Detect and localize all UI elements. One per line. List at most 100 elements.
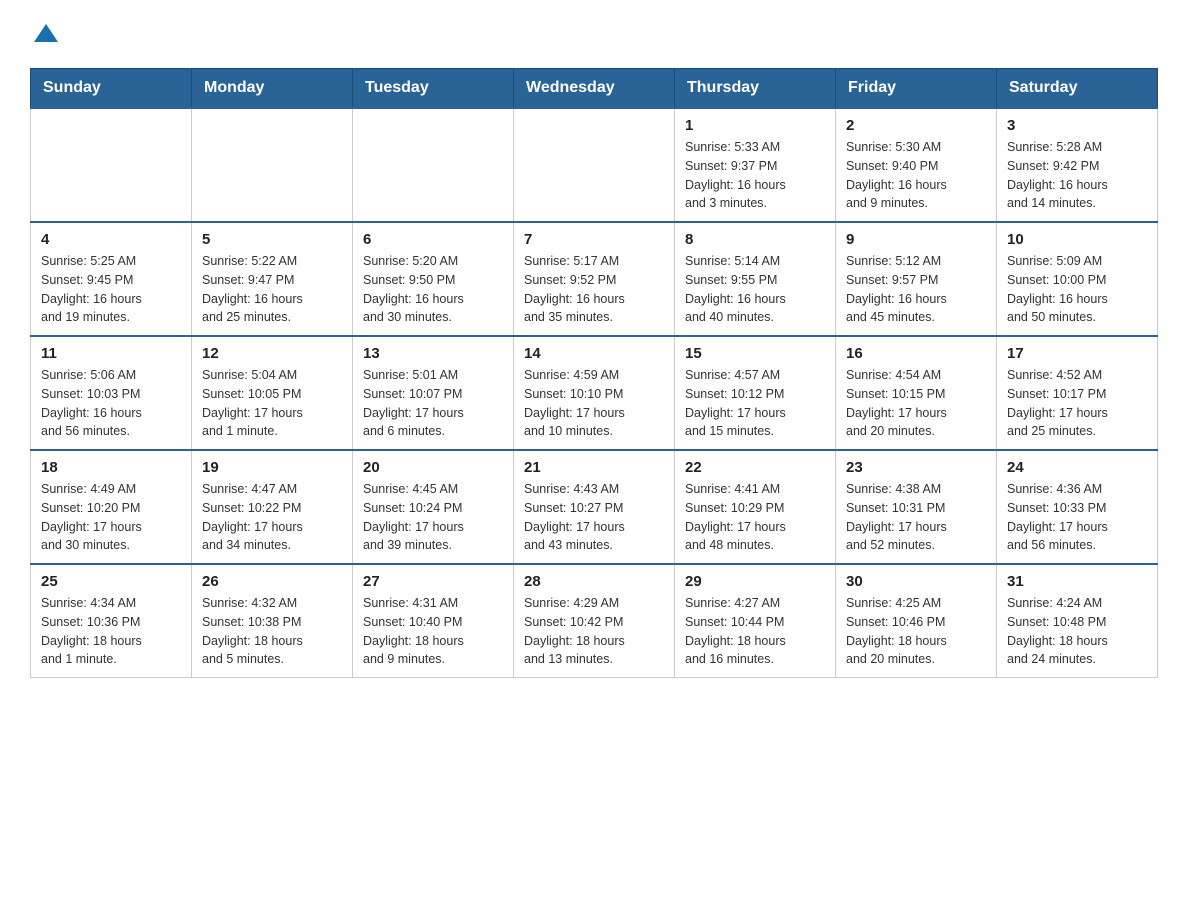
day-info: Sunrise: 5:22 AM Sunset: 9:47 PM Dayligh…: [202, 252, 342, 327]
day-info: Sunrise: 4:38 AM Sunset: 10:31 PM Daylig…: [846, 480, 986, 555]
day-info: Sunrise: 5:12 AM Sunset: 9:57 PM Dayligh…: [846, 252, 986, 327]
day-info: Sunrise: 4:49 AM Sunset: 10:20 PM Daylig…: [41, 480, 181, 555]
day-info: Sunrise: 4:45 AM Sunset: 10:24 PM Daylig…: [363, 480, 503, 555]
calendar-cell: 26 Sunrise: 4:32 AM Sunset: 10:38 PM Dayl…: [192, 564, 353, 678]
calendar-cell: 14 Sunrise: 4:59 AM Sunset: 10:10 PM Dayl…: [514, 336, 675, 450]
calendar-cell: 13Sunrise: 5:01 AM Sunset: 10:07 PM Dayl…: [353, 336, 514, 450]
day-info: Sunrise: 5:04 AM Sunset: 10:05 PM Daylig…: [202, 366, 342, 441]
calendar-header-tuesday: Tuesday: [353, 69, 514, 109]
calendar-header-friday: Friday: [836, 69, 997, 109]
calendar-cell: 5 Sunrise: 5:22 AM Sunset: 9:47 PM Daylig…: [192, 222, 353, 336]
calendar-cell: 29 Sunrise: 4:27 AM Sunset: 10:44 PM Dayl…: [675, 564, 836, 678]
day-number: 11: [41, 345, 181, 362]
day-number: 24: [1007, 459, 1147, 476]
page-header: [30, 20, 1158, 48]
day-info: Sunrise: 4:32 AM Sunset: 10:38 PM Daylig…: [202, 594, 342, 669]
day-number: 6: [363, 231, 503, 248]
calendar-week-row: 11 Sunrise: 5:06 AM Sunset: 10:03 PM Dayl…: [31, 336, 1158, 450]
day-info: Sunrise: 5:30 AM Sunset: 9:40 PM Dayligh…: [846, 138, 986, 213]
day-number: 29: [685, 573, 825, 590]
day-info: Sunrise: 4:54 AM Sunset: 10:15 PM Daylig…: [846, 366, 986, 441]
day-number: 20: [363, 459, 503, 476]
calendar-cell: 30 Sunrise: 4:25 AM Sunset: 10:46 PM Dayl…: [836, 564, 997, 678]
calendar-header-row: SundayMondayTuesdayWednesdayThursdayFrid…: [31, 69, 1158, 109]
calendar-cell: 23Sunrise: 4:38 AM Sunset: 10:31 PM Dayl…: [836, 450, 997, 564]
calendar-cell: 1 Sunrise: 5:33 AM Sunset: 9:37 PM Daylig…: [675, 108, 836, 222]
calendar-cell: 4Sunrise: 5:25 AM Sunset: 9:45 PM Daylig…: [31, 222, 192, 336]
day-number: 31: [1007, 573, 1147, 590]
calendar-cell: 31 Sunrise: 4:24 AM Sunset: 10:48 PM Dayl…: [997, 564, 1158, 678]
calendar-cell: 6 Sunrise: 5:20 AM Sunset: 9:50 PM Daylig…: [353, 222, 514, 336]
calendar-cell: 2 Sunrise: 5:30 AM Sunset: 9:40 PM Daylig…: [836, 108, 997, 222]
calendar-header-wednesday: Wednesday: [514, 69, 675, 109]
day-info: Sunrise: 4:43 AM Sunset: 10:27 PM Daylig…: [524, 480, 664, 555]
day-number: 14: [524, 345, 664, 362]
day-info: Sunrise: 4:29 AM Sunset: 10:42 PM Daylig…: [524, 594, 664, 669]
calendar-cell: [31, 108, 192, 222]
calendar-cell: 22 Sunrise: 4:41 AM Sunset: 10:29 PM Dayl…: [675, 450, 836, 564]
calendar-cell: 15 Sunrise: 4:57 AM Sunset: 10:12 PM Dayl…: [675, 336, 836, 450]
day-number: 27: [363, 573, 503, 590]
day-number: 15: [685, 345, 825, 362]
calendar-cell: 9 Sunrise: 5:12 AM Sunset: 9:57 PM Daylig…: [836, 222, 997, 336]
day-number: 22: [685, 459, 825, 476]
calendar-cell: 27 Sunrise: 4:31 AM Sunset: 10:40 PM Dayl…: [353, 564, 514, 678]
calendar-cell: 16 Sunrise: 4:54 AM Sunset: 10:15 PM Dayl…: [836, 336, 997, 450]
calendar-cell: 10 Sunrise: 5:09 AM Sunset: 10:00 PM Dayl…: [997, 222, 1158, 336]
day-info: Sunrise: 4:27 AM Sunset: 10:44 PM Daylig…: [685, 594, 825, 669]
day-info: Sunrise: 4:34 AM Sunset: 10:36 PM Daylig…: [41, 594, 181, 669]
day-info: Sunrise: 4:52 AM Sunset: 10:17 PM Daylig…: [1007, 366, 1147, 441]
day-number: 9: [846, 231, 986, 248]
day-info: Sunrise: 4:25 AM Sunset: 10:46 PM Daylig…: [846, 594, 986, 669]
day-number: 16: [846, 345, 986, 362]
day-info: Sunrise: 4:59 AM Sunset: 10:10 PM Daylig…: [524, 366, 664, 441]
day-info: Sunrise: 5:06 AM Sunset: 10:03 PM Daylig…: [41, 366, 181, 441]
day-number: 30: [846, 573, 986, 590]
day-info: Sunrise: 5:28 AM Sunset: 9:42 PM Dayligh…: [1007, 138, 1147, 213]
calendar-cell: 18 Sunrise: 4:49 AM Sunset: 10:20 PM Dayl…: [31, 450, 192, 564]
logo: [30, 20, 60, 48]
day-info: Sunrise: 5:20 AM Sunset: 9:50 PM Dayligh…: [363, 252, 503, 327]
calendar-cell: 7Sunrise: 5:17 AM Sunset: 9:52 PM Daylig…: [514, 222, 675, 336]
calendar-week-row: 25 Sunrise: 4:34 AM Sunset: 10:36 PM Dayl…: [31, 564, 1158, 678]
calendar-cell: 28 Sunrise: 4:29 AM Sunset: 10:42 PM Dayl…: [514, 564, 675, 678]
day-number: 10: [1007, 231, 1147, 248]
day-number: 8: [685, 231, 825, 248]
day-info: Sunrise: 4:36 AM Sunset: 10:33 PM Daylig…: [1007, 480, 1147, 555]
calendar-cell: 19Sunrise: 4:47 AM Sunset: 10:22 PM Dayl…: [192, 450, 353, 564]
calendar-cell: [192, 108, 353, 222]
calendar-cell: 11 Sunrise: 5:06 AM Sunset: 10:03 PM Dayl…: [31, 336, 192, 450]
day-number: 26: [202, 573, 342, 590]
calendar-cell: 24 Sunrise: 4:36 AM Sunset: 10:33 PM Dayl…: [997, 450, 1158, 564]
day-number: 1: [685, 117, 825, 134]
logo-triangle-icon: [32, 20, 60, 48]
calendar-week-row: 4Sunrise: 5:25 AM Sunset: 9:45 PM Daylig…: [31, 222, 1158, 336]
day-number: 5: [202, 231, 342, 248]
calendar-cell: 17 Sunrise: 4:52 AM Sunset: 10:17 PM Dayl…: [997, 336, 1158, 450]
calendar-week-row: 18 Sunrise: 4:49 AM Sunset: 10:20 PM Dayl…: [31, 450, 1158, 564]
day-number: 28: [524, 573, 664, 590]
day-number: 21: [524, 459, 664, 476]
day-info: Sunrise: 4:24 AM Sunset: 10:48 PM Daylig…: [1007, 594, 1147, 669]
calendar-cell: 21 Sunrise: 4:43 AM Sunset: 10:27 PM Dayl…: [514, 450, 675, 564]
day-info: Sunrise: 4:57 AM Sunset: 10:12 PM Daylig…: [685, 366, 825, 441]
day-info: Sunrise: 4:31 AM Sunset: 10:40 PM Daylig…: [363, 594, 503, 669]
day-number: 18: [41, 459, 181, 476]
calendar-header-thursday: Thursday: [675, 69, 836, 109]
calendar-cell: [514, 108, 675, 222]
day-info: Sunrise: 4:41 AM Sunset: 10:29 PM Daylig…: [685, 480, 825, 555]
day-info: Sunrise: 5:14 AM Sunset: 9:55 PM Dayligh…: [685, 252, 825, 327]
day-number: 17: [1007, 345, 1147, 362]
day-number: 19: [202, 459, 342, 476]
day-number: 3: [1007, 117, 1147, 134]
calendar-cell: 25 Sunrise: 4:34 AM Sunset: 10:36 PM Dayl…: [31, 564, 192, 678]
calendar-week-row: 1 Sunrise: 5:33 AM Sunset: 9:37 PM Daylig…: [31, 108, 1158, 222]
day-info: Sunrise: 5:09 AM Sunset: 10:00 PM Daylig…: [1007, 252, 1147, 327]
calendar-cell: [353, 108, 514, 222]
day-number: 4: [41, 231, 181, 248]
day-info: Sunrise: 5:01 AM Sunset: 10:07 PM Daylig…: [363, 366, 503, 441]
calendar-cell: 12Sunrise: 5:04 AM Sunset: 10:05 PM Dayl…: [192, 336, 353, 450]
day-info: Sunrise: 5:33 AM Sunset: 9:37 PM Dayligh…: [685, 138, 825, 213]
day-number: 25: [41, 573, 181, 590]
day-number: 2: [846, 117, 986, 134]
